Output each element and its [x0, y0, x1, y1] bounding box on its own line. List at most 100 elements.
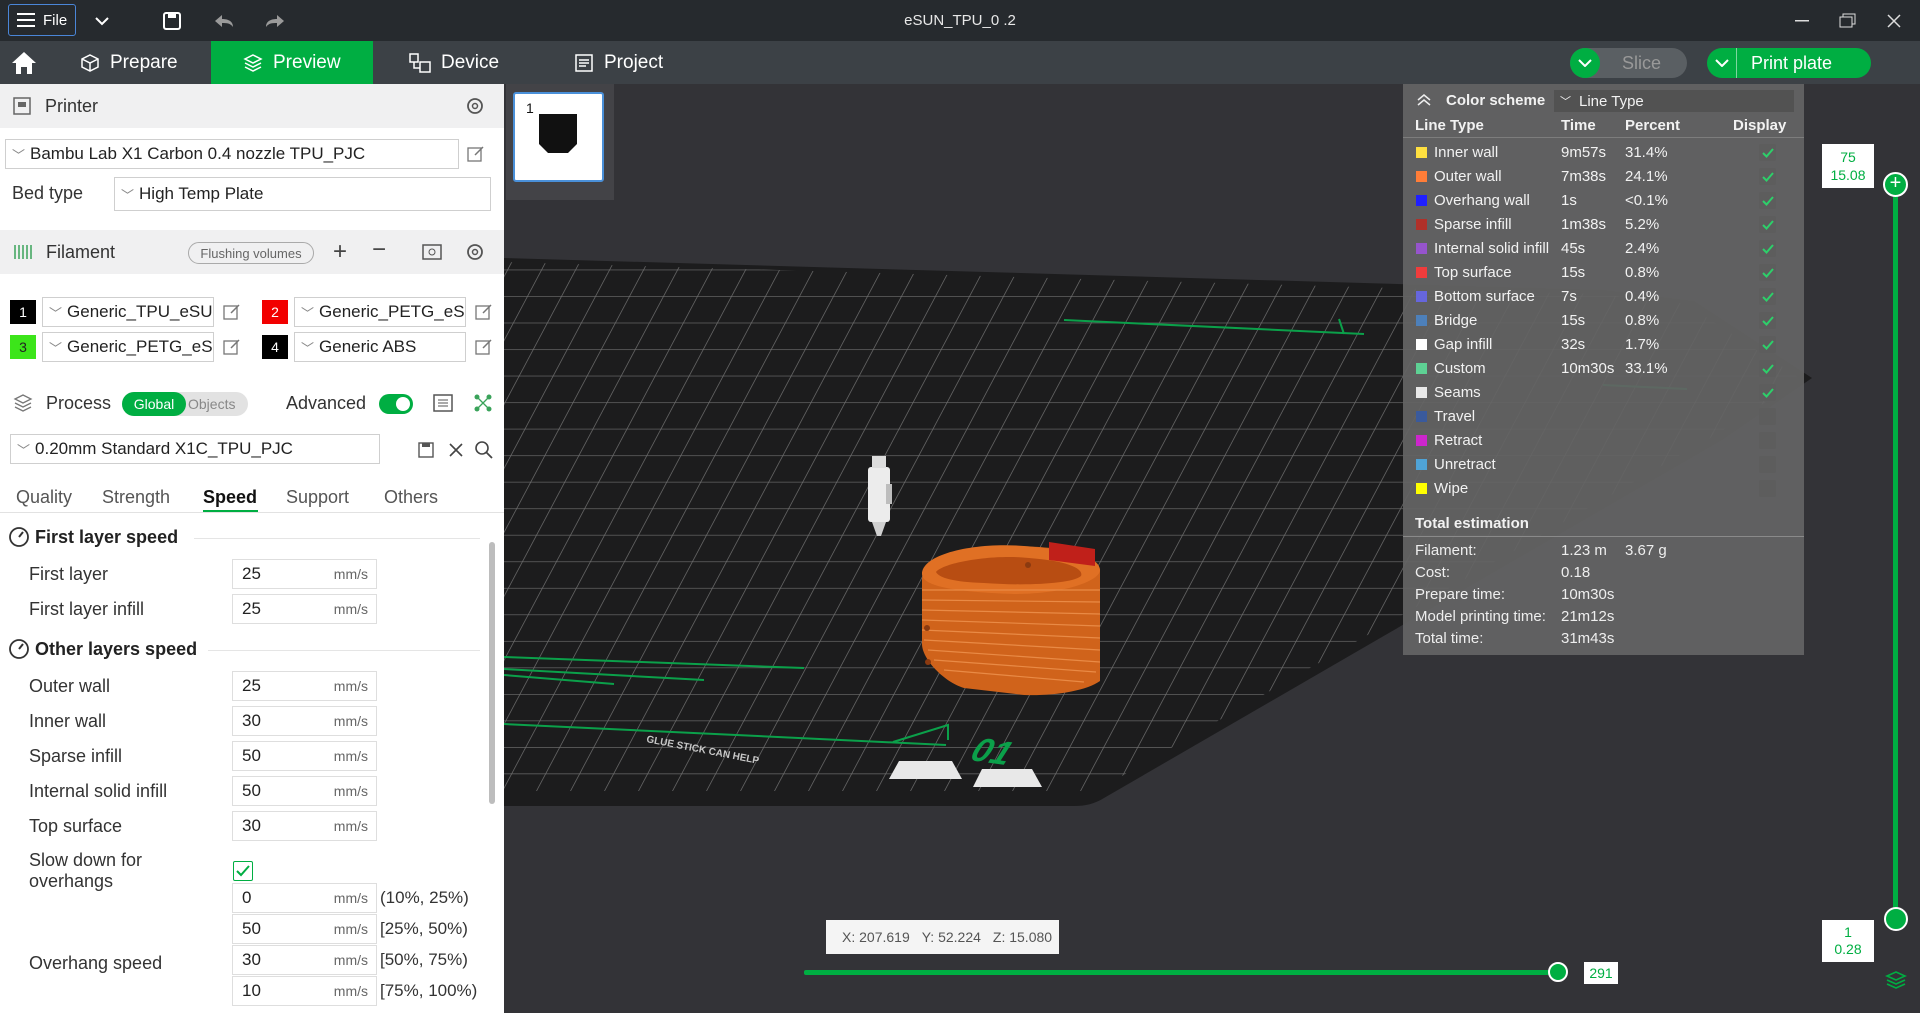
line-type-row[interactable]: Wipe [1403, 477, 1804, 501]
move-slider-handle[interactable] [1548, 962, 1568, 982]
restore-icon[interactable] [1836, 9, 1860, 33]
global-toggle[interactable]: Global [122, 392, 186, 416]
flushing-volumes-button[interactable]: Flushing volumes [188, 242, 314, 264]
tab-project[interactable]: Project [560, 41, 710, 84]
sync-filament-icon[interactable] [421, 241, 445, 263]
edit-icon[interactable] [466, 144, 486, 164]
gear-icon[interactable] [464, 241, 486, 263]
display-checkbox[interactable] [1759, 456, 1776, 473]
process-preset-select[interactable]: ﹀ 0.20mm Standard X1C_TPU_PJC [10, 434, 380, 464]
line-type-row[interactable]: Custom 10m30s 33.1% [1403, 357, 1804, 381]
redo-icon[interactable] [263, 9, 287, 33]
bed-type-select[interactable]: ﹀ High Temp Plate [114, 177, 491, 211]
print-plate-button[interactable]: Print plate [1707, 48, 1871, 78]
layer-slider-top-handle[interactable]: + [1883, 172, 1908, 197]
filament-color-swatch[interactable]: 1 [10, 300, 36, 324]
filament-select[interactable]: ﹀ Generic_TPU_eSU... [42, 297, 214, 327]
filament-select[interactable]: ﹀ Generic_PETG_eS... [42, 332, 214, 362]
speed-input[interactable]: 30 mm/s [232, 811, 377, 841]
speed-input[interactable]: 25 mm/s [232, 671, 377, 701]
slow-down-checkbox[interactable] [233, 861, 253, 881]
filament-color-swatch[interactable]: 4 [262, 335, 288, 359]
sidebar-scrollbar[interactable] [489, 542, 495, 804]
line-type-row[interactable]: Inner wall 9m57s 31.4% [1403, 141, 1804, 165]
display-checkbox[interactable] [1759, 264, 1776, 281]
speed-input[interactable]: 25 mm/s [232, 594, 377, 624]
tab-quality[interactable]: Quality [16, 487, 72, 508]
line-type-row[interactable]: Bottom surface 7s 0.4% [1403, 285, 1804, 309]
save-icon[interactable] [160, 9, 184, 33]
display-checkbox[interactable] [1759, 336, 1776, 353]
save-preset-icon[interactable] [417, 441, 435, 459]
edit-icon[interactable] [222, 302, 242, 322]
slice-dropdown[interactable] [1570, 48, 1600, 78]
chevron-down-icon[interactable] [90, 9, 114, 33]
display-checkbox[interactable] [1759, 408, 1776, 425]
edit-icon[interactable] [222, 337, 242, 357]
tab-prepare[interactable]: Prepare [66, 41, 210, 84]
search-icon[interactable] [474, 440, 494, 460]
line-type-row[interactable]: Internal solid infill 45s 2.4% [1403, 237, 1804, 261]
add-filament-icon[interactable]: + [333, 238, 347, 266]
filament-color-swatch[interactable]: 3 [10, 335, 36, 359]
edit-icon[interactable] [474, 302, 494, 322]
display-checkbox[interactable] [1759, 384, 1776, 401]
color-scheme-select[interactable]: ﹀ Line Type [1554, 90, 1794, 112]
speed-input[interactable]: 50 mm/s [232, 741, 377, 771]
display-checkbox[interactable] [1759, 240, 1776, 257]
display-checkbox[interactable] [1759, 360, 1776, 377]
speed-input[interactable]: 50 mm/s [232, 776, 377, 806]
display-checkbox[interactable] [1759, 192, 1776, 209]
objects-toggle[interactable]: Objects [188, 396, 235, 412]
compare-icon[interactable] [472, 392, 494, 414]
tab-device[interactable]: Device [395, 41, 545, 84]
tab-preview[interactable]: Preview [211, 41, 373, 84]
tab-strength[interactable]: Strength [102, 487, 170, 508]
filament-select[interactable]: ﹀ Generic ABS [294, 332, 466, 362]
line-type-row[interactable]: Retract [1403, 429, 1804, 453]
line-type-row[interactable]: Overhang wall 1s <0.1% [1403, 189, 1804, 213]
delete-preset-icon[interactable] [448, 442, 464, 458]
display-checkbox[interactable] [1759, 312, 1776, 329]
line-type-row[interactable]: Outer wall 7m38s 24.1% [1403, 165, 1804, 189]
line-type-row[interactable]: Travel [1403, 405, 1804, 429]
gear-icon[interactable] [464, 95, 486, 117]
display-checkbox[interactable] [1759, 480, 1776, 497]
close-icon[interactable] [1882, 9, 1906, 33]
file-menu-button[interactable]: File [8, 4, 76, 36]
tab-others[interactable]: Others [384, 487, 438, 508]
print-dropdown[interactable] [1707, 48, 1737, 78]
remove-filament-icon[interactable]: − [372, 236, 386, 264]
move-slider-track[interactable] [804, 970, 1564, 975]
advanced-switch[interactable] [379, 394, 413, 414]
slice-button[interactable]: Slice [1570, 48, 1687, 78]
speed-input[interactable]: 50 mm/s [232, 914, 377, 944]
line-type-row[interactable]: Gap infill 32s 1.7% [1403, 333, 1804, 357]
filament-select[interactable]: ﹀ Generic_PETG_eS... [294, 297, 466, 327]
display-checkbox[interactable] [1759, 432, 1776, 449]
layer-slider-track[interactable] [1893, 184, 1898, 920]
tab-speed[interactable]: Speed [203, 487, 257, 508]
display-checkbox[interactable] [1759, 144, 1776, 161]
line-type-row[interactable]: Seams [1403, 381, 1804, 405]
display-checkbox[interactable] [1759, 288, 1776, 305]
printer-preset-select[interactable]: ﹀ Bambu Lab X1 Carbon 0.4 nozzle TPU_PJC [5, 139, 459, 169]
speed-input[interactable]: 0 mm/s [232, 883, 377, 913]
speed-input[interactable]: 30 mm/s [232, 945, 377, 975]
layers-icon[interactable] [1885, 970, 1907, 990]
tab-support[interactable]: Support [286, 487, 349, 508]
display-checkbox[interactable] [1759, 216, 1776, 233]
global-objects-toggle[interactable]: Global Objects [122, 392, 248, 416]
layer-slider-bottom-handle[interactable] [1884, 907, 1908, 931]
speed-input[interactable]: 25 mm/s [232, 559, 377, 589]
line-type-row[interactable]: Unretract [1403, 453, 1804, 477]
display-checkbox[interactable] [1759, 168, 1776, 185]
minimize-icon[interactable] [1790, 9, 1814, 33]
speed-input[interactable]: 10 mm/s [232, 976, 377, 1006]
undo-icon[interactable] [212, 9, 236, 33]
list-icon[interactable] [432, 392, 454, 414]
line-type-row[interactable]: Bridge 15s 0.8% [1403, 309, 1804, 333]
line-type-row[interactable]: Sparse infill 1m38s 5.2% [1403, 213, 1804, 237]
home-icon[interactable] [10, 49, 38, 77]
speed-input[interactable]: 30 mm/s [232, 706, 377, 736]
